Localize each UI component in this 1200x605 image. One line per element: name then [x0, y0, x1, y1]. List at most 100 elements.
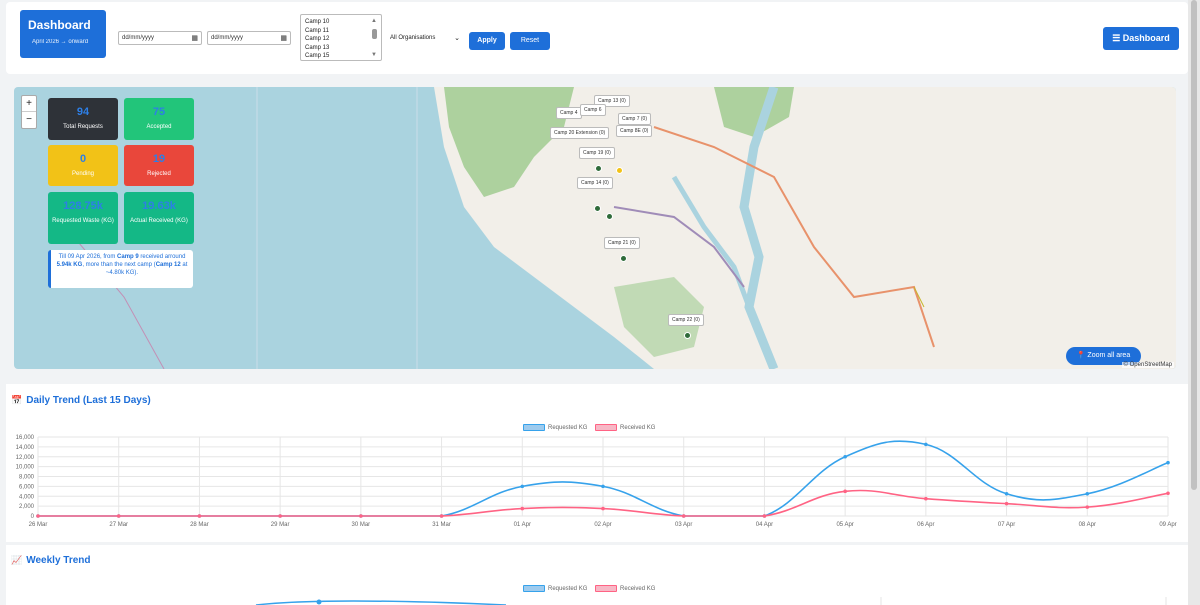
apply-button[interactable]: Apply	[469, 32, 505, 50]
stat-label: Requested Waste (KG)	[52, 218, 114, 224]
x-tick-label: 06 Apr	[917, 522, 934, 528]
camp-option[interactable]: Camp 10	[305, 18, 377, 27]
date-to-text: dd/mm/yyyy	[211, 35, 244, 41]
x-tick-label: 04 Apr	[756, 522, 773, 528]
camp-pin-label[interactable]: Camp 4	[556, 107, 582, 119]
camp-marker[interactable]	[616, 167, 623, 174]
zoom-in-button[interactable]: +	[22, 96, 36, 112]
note-camp: Camp 9	[117, 254, 139, 260]
stat-requested-waste: 128.75k Requested Waste (KG)	[48, 192, 118, 244]
received-data-point	[36, 514, 40, 518]
brand-subtitle: April 2026 → onward	[32, 39, 89, 45]
camp-marker[interactable]	[595, 165, 602, 172]
stat-rejected: 19 Rejected	[124, 145, 194, 186]
stat-accepted: 75 Accepted	[124, 98, 194, 140]
stat-label: Actual Received (KG)	[130, 218, 188, 224]
requested-data-point	[1004, 491, 1009, 496]
date-from-input[interactable]: dd/mm/yyyy ▦	[118, 31, 202, 45]
organisation-select[interactable]: All Organisations ⌄	[386, 31, 464, 47]
scroll-down-icon[interactable]: ▼	[371, 51, 377, 60]
received-data-point	[116, 514, 121, 518]
camp-marker[interactable]	[684, 332, 691, 339]
camp-marker[interactable]	[594, 205, 601, 212]
requested-data-point	[1166, 460, 1170, 465]
camp-pin-label[interactable]: Camp 6	[580, 104, 606, 116]
x-tick-label: 31 Mar	[432, 522, 451, 528]
weekly-trend-panel: 📈 Weekly Trend Requested KG Received KG	[6, 545, 1188, 605]
scroll-thumb[interactable]	[372, 29, 377, 39]
requested-data-point	[601, 484, 605, 489]
camp-pin-label[interactable]: Camp 7 (0)	[618, 113, 652, 125]
note-text: , more than the next camp (	[82, 262, 156, 268]
dashboard-button[interactable]: ☰ Dashboard	[1103, 27, 1179, 50]
x-tick-label: 30 Mar	[352, 522, 371, 528]
camp-option[interactable]: Camp 12	[305, 35, 377, 44]
stat-pending: 0 Pending	[48, 145, 118, 186]
camp-pin-label[interactable]: Camp 22 (0)	[668, 314, 704, 326]
camp-pin-label[interactable]: Camp 21 (0)	[604, 237, 640, 249]
chevron-down-icon: ⌄	[454, 35, 460, 42]
y-tick-label: 8,000	[19, 475, 35, 481]
date-from-text: dd/mm/yyyy	[122, 35, 155, 41]
daily-trend-chart[interactable]: 0 2,000 4,000 6,000 8,000 10,000 12,000 14,000 1…	[6, 384, 1188, 542]
x-tick-label: 01 Apr	[514, 522, 531, 528]
received-data-point	[924, 496, 928, 501]
camp-pin-label[interactable]: Camp 19 (0)	[579, 147, 615, 159]
received-data-point	[520, 506, 525, 511]
camp-multiselect[interactable]: Camp 10 Camp 11 Camp 12 Camp 13 Camp 15 …	[300, 14, 382, 61]
y-tick-label: 12,000	[16, 455, 35, 461]
date-to-input[interactable]: dd/mm/yyyy ▦	[207, 31, 291, 45]
calendar-icon: ▦	[191, 35, 198, 42]
camp-pin-label[interactable]: Camp 20 Extension (0)	[550, 127, 610, 139]
note-text: Till 09 Apr 2026, from	[58, 254, 118, 260]
camp-option[interactable]: Camp 15	[305, 52, 377, 61]
page-scroll-thumb[interactable]	[1191, 0, 1197, 490]
y-tick-label: 14,000	[16, 445, 35, 451]
requested-data-point	[520, 484, 525, 489]
stat-label: Accepted	[146, 124, 172, 130]
requested-data-point	[843, 454, 847, 459]
received-data-point	[1004, 501, 1009, 506]
zoom-out-button[interactable]: −	[22, 112, 36, 128]
received-data-point	[1166, 491, 1170, 496]
map-zoom-control[interactable]: + −	[21, 95, 37, 129]
x-tick-label: 27 Mar	[109, 522, 128, 528]
received-data-point	[1085, 505, 1090, 509]
camp-marker[interactable]	[620, 255, 627, 262]
requested-data-point	[1085, 491, 1090, 496]
stat-value: 94	[76, 106, 90, 118]
camp-pin-label[interactable]: Camp 8E (0)	[616, 125, 653, 137]
y-tick-label: 6,000	[19, 484, 35, 490]
camp-option[interactable]: Camp 13	[305, 44, 377, 53]
stat-value: 19	[152, 153, 166, 165]
x-tick-label: 26 Mar	[29, 522, 48, 528]
received-data-point	[762, 514, 767, 518]
map-attribution[interactable]: © OpenStreetMap	[1121, 362, 1174, 368]
weekly-trend-chart[interactable]	[6, 545, 1188, 605]
page-scrollbar[interactable]	[1188, 0, 1200, 605]
camp-option[interactable]: Camp 11	[305, 27, 377, 36]
dashboard-brand: Dashboard April 2026 → onward	[20, 10, 106, 58]
received-data-point	[681, 514, 686, 518]
reset-button[interactable]: Reset	[510, 32, 550, 50]
x-tick-label: 02 Apr	[594, 522, 611, 528]
camp-marker[interactable]	[606, 213, 613, 220]
filter-header: Dashboard April 2026 → onward dd/mm/yyyy…	[6, 2, 1188, 74]
y-tick-label: 2,000	[19, 504, 35, 510]
received-data-point	[843, 489, 847, 494]
stat-value: 0	[79, 153, 87, 165]
stat-label: Pending	[71, 171, 95, 177]
x-tick-label: 28 Mar	[190, 522, 209, 528]
camp-scrollbar[interactable]: ▲ ▼	[371, 17, 379, 59]
y-tick-label: 16,000	[16, 435, 35, 441]
received-data-point	[439, 514, 444, 518]
camp-pin-label[interactable]: Camp 14 (0)	[577, 177, 613, 189]
weekly-point	[316, 599, 322, 605]
x-tick-label: 09 Apr	[1159, 522, 1176, 528]
stat-label: Rejected	[147, 171, 171, 177]
weekly-requested-line	[255, 600, 507, 605]
x-tick-label: 03 Apr	[675, 522, 692, 528]
camp-map[interactable]: + − 94 Total Requests 75 Accepted 0 Pend…	[14, 87, 1176, 369]
scroll-up-icon[interactable]: ▲	[371, 17, 377, 26]
stat-total-requests: 94 Total Requests	[48, 98, 118, 140]
